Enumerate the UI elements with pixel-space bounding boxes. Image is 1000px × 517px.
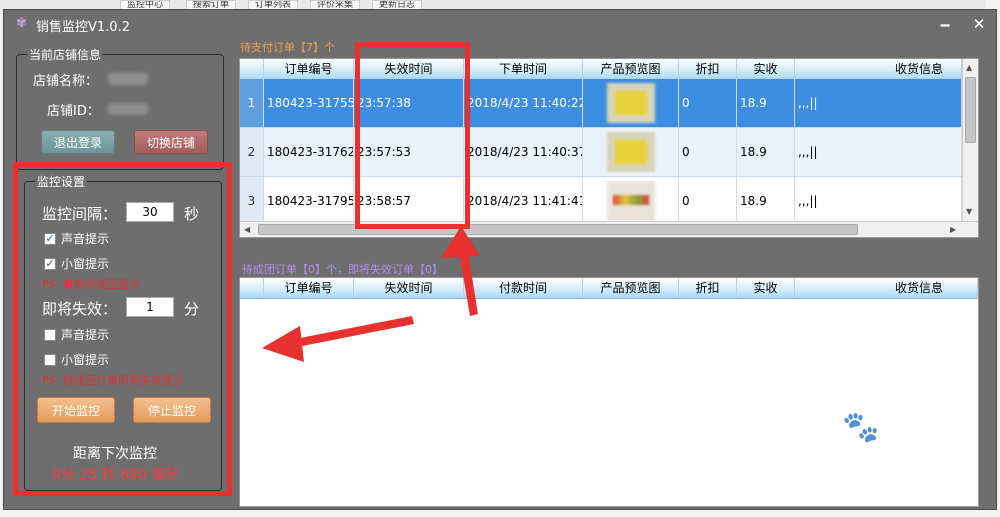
- watermark-suffix: 经验: [876, 436, 929, 466]
- watermark-paw-icon: 🐾: [842, 410, 880, 445]
- arrow-head-icon: [441, 226, 480, 258]
- arrow-head-icon: [262, 326, 304, 362]
- watermark-url: jingyan.baidu.com: [770, 474, 918, 493]
- watermark-brand: Bai: [773, 425, 848, 472]
- arrow-shaft: [290, 316, 414, 348]
